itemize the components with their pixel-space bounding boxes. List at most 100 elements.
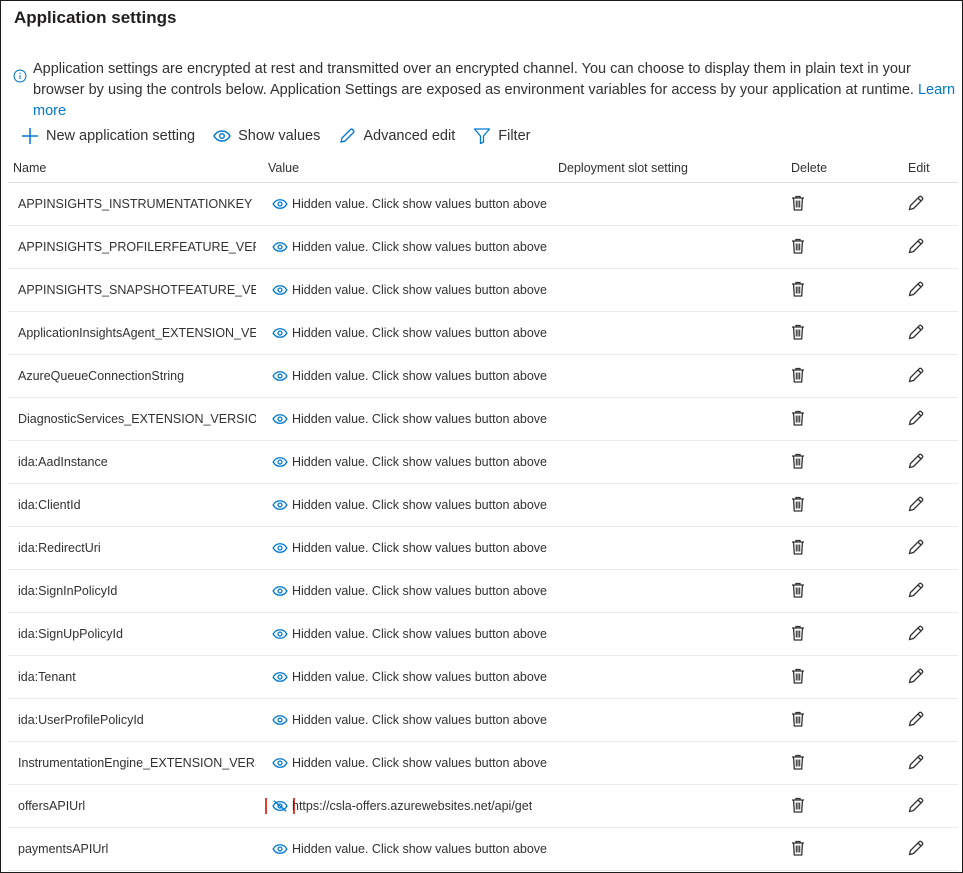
delete-button[interactable]: [789, 280, 807, 298]
edit-button[interactable]: [907, 796, 925, 814]
hide-value-button[interactable]: [265, 798, 295, 814]
delete-button[interactable]: [789, 624, 807, 642]
column-header-name[interactable]: Name: [8, 154, 263, 183]
delete-cell: [778, 354, 878, 398]
edit-button[interactable]: [907, 194, 925, 212]
delete-button[interactable]: [789, 538, 807, 556]
column-header-value[interactable]: Value: [263, 154, 553, 183]
trash-icon: [789, 797, 807, 817]
edit-button[interactable]: [907, 710, 925, 728]
show-value-button[interactable]: [272, 583, 288, 599]
table-row[interactable]: ApplicationInsightsAgent_EXTENSION_VERSI…: [8, 311, 958, 355]
setting-name-cell: ida:SignUpPolicyId: [8, 612, 263, 656]
edit-button[interactable]: [907, 495, 925, 513]
trash-icon: [789, 582, 807, 602]
show-value-button[interactable]: [272, 411, 288, 427]
edit-button[interactable]: [907, 452, 925, 470]
slot-setting-cell: [553, 268, 778, 312]
show-value-button[interactable]: [272, 196, 288, 212]
setting-value: Hidden value. Click show values button a…: [292, 197, 550, 211]
setting-name-cell: ida:ClientId: [8, 483, 263, 527]
trash-icon: [789, 410, 807, 430]
table-row[interactable]: paymentsAPIUrl Hidden value. Click show v…: [8, 827, 958, 871]
show-value-button[interactable]: [272, 497, 288, 513]
setting-name: ida:UserProfilePolicyId: [18, 713, 144, 727]
new-application-setting-button[interactable]: New application setting: [21, 127, 195, 145]
table-row[interactable]: ida:RedirectUri Hidden value. Click show …: [8, 526, 958, 570]
edit-button[interactable]: [907, 409, 925, 427]
delete-button[interactable]: [789, 237, 807, 255]
show-value-button[interactable]: [272, 841, 288, 857]
table-row[interactable]: ida:Tenant Hidden value. Click show value…: [8, 655, 958, 699]
show-value-button[interactable]: [272, 239, 288, 255]
show-value-button[interactable]: [272, 540, 288, 556]
delete-button[interactable]: [789, 753, 807, 771]
table-row[interactable]: DiagnosticServices_EXTENSION_VERSION Hidd…: [8, 397, 958, 441]
slot-setting-cell: [553, 526, 778, 570]
show-value-button[interactable]: [272, 454, 288, 470]
delete-button[interactable]: [789, 839, 807, 857]
edit-cell: [878, 440, 958, 484]
table-row[interactable]: ida:AadInstance Hidden value. Click show …: [8, 440, 958, 484]
delete-button[interactable]: [789, 194, 807, 212]
delete-cell: [778, 741, 878, 785]
show-value-button[interactable]: [272, 755, 288, 771]
show-value-button[interactable]: [272, 282, 288, 298]
show-values-button[interactable]: Show values: [213, 128, 320, 144]
edit-cell: [878, 827, 958, 871]
table-row[interactable]: APPINSIGHTS_SNAPSHOTFEATURE_VERSION Hidde…: [8, 268, 958, 312]
edit-button[interactable]: [907, 237, 925, 255]
setting-name: ida:ClientId: [18, 498, 81, 512]
setting-value: Hidden value. Click show values button a…: [292, 326, 550, 340]
table-row[interactable]: offersAPIUrl https://csla-offers.azureweb…: [8, 784, 958, 828]
edit-button[interactable]: [907, 624, 925, 642]
trash-icon: [789, 496, 807, 516]
edit-button[interactable]: [907, 839, 925, 857]
delete-button[interactable]: [789, 409, 807, 427]
application-settings-panel: Application settings Application setting…: [0, 0, 963, 873]
delete-button[interactable]: [789, 796, 807, 814]
delete-button[interactable]: [789, 581, 807, 599]
eye-icon: [272, 370, 288, 382]
show-value-button[interactable]: [272, 712, 288, 728]
filter-button[interactable]: Filter: [473, 127, 530, 145]
advanced-edit-button[interactable]: Advanced edit: [338, 127, 455, 145]
table-row[interactable]: InstrumentationEngine_EXTENSION_VERSION H…: [8, 741, 958, 785]
show-value-button[interactable]: [272, 626, 288, 642]
delete-button[interactable]: [789, 452, 807, 470]
slot-setting-cell: [553, 311, 778, 355]
page-title: Application settings: [14, 8, 177, 27]
delete-button[interactable]: [789, 366, 807, 384]
setting-name: AzureQueueConnectionString: [18, 369, 185, 383]
show-value-button[interactable]: [272, 325, 288, 341]
edit-button[interactable]: [907, 667, 925, 685]
table-row[interactable]: AzureQueueConnectionString Hidden value. …: [8, 354, 958, 398]
table-row[interactable]: ida:SignUpPolicyId Hidden value. Click sh…: [8, 612, 958, 656]
table-row[interactable]: ida:UserProfilePolicyId Hidden value. Cli…: [8, 698, 958, 742]
delete-button[interactable]: [789, 495, 807, 513]
table-row[interactable]: ida:SignInPolicyId Hidden value. Click sh…: [8, 569, 958, 613]
edit-button[interactable]: [907, 323, 925, 341]
setting-name-cell: ida:SignInPolicyId: [8, 569, 263, 613]
edit-button[interactable]: [907, 538, 925, 556]
edit-button[interactable]: [907, 366, 925, 384]
column-header-slot-setting[interactable]: Deployment slot setting: [553, 154, 778, 183]
table-row[interactable]: APPINSIGHTS_INSTRUMENTATIONKEY Hidden val…: [8, 182, 958, 226]
show-value-button[interactable]: [272, 669, 288, 685]
eye-icon: [272, 499, 288, 511]
edit-cell: [878, 225, 958, 269]
delete-button[interactable]: [789, 667, 807, 685]
setting-value: Hidden value. Click show values button a…: [292, 584, 550, 598]
delete-button[interactable]: [789, 710, 807, 728]
edit-button[interactable]: [907, 581, 925, 599]
plus-icon: [22, 128, 38, 144]
setting-name: ida:AadInstance: [18, 455, 108, 469]
show-value-button[interactable]: [272, 368, 288, 384]
edit-button[interactable]: [907, 280, 925, 298]
delete-cell: [778, 311, 878, 355]
table-row[interactable]: ida:ClientId Hidden value. Click show val…: [8, 483, 958, 527]
pencil-icon: [907, 711, 925, 731]
table-row[interactable]: APPINSIGHTS_PROFILERFEATURE_VERSION Hidde…: [8, 225, 958, 269]
delete-button[interactable]: [789, 323, 807, 341]
edit-button[interactable]: [907, 753, 925, 771]
